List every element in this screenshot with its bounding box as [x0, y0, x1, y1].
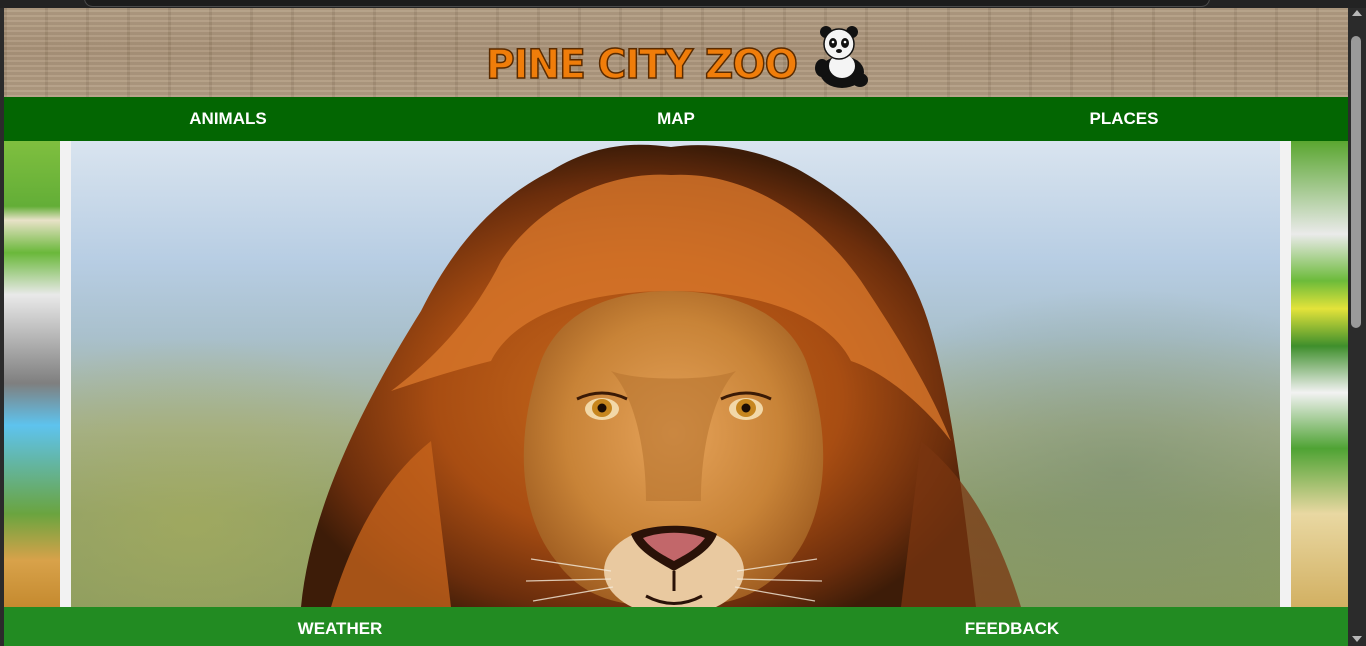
logo-text: PINE CITY ZOO	[485, 41, 798, 89]
nav-weather[interactable]: WEATHER	[4, 607, 676, 646]
primary-nav: ANIMALS MAP PLACES	[4, 97, 1348, 141]
site-header: PINE CITY ZOO	[4, 8, 1348, 97]
page-viewport: PINE CITY ZOO ANIMALS MAP PLACES WEATHER…	[4, 8, 1348, 646]
hero-frame-left	[60, 141, 71, 607]
hero-side-left-decoration	[4, 141, 60, 607]
scroll-down-arrow-icon[interactable]	[1352, 636, 1362, 642]
site-logo[interactable]: PINE CITY ZOO	[482, 22, 882, 90]
lion-image	[301, 144, 1021, 607]
address-bar[interactable]	[84, 0, 1210, 7]
secondary-nav: WEATHER FEEDBACK	[4, 607, 1348, 646]
browser-chrome-top	[0, 0, 1366, 8]
hero-banner	[4, 141, 1348, 607]
nav-animals[interactable]: ANIMALS	[4, 97, 452, 141]
panda-icon	[815, 26, 868, 88]
scroll-thumb[interactable]	[1351, 36, 1361, 328]
page-scrollbar[interactable]	[1348, 8, 1366, 646]
scroll-up-arrow-icon[interactable]	[1352, 10, 1362, 16]
hero-side-right-decoration	[1291, 141, 1348, 607]
nav-feedback[interactable]: FEEDBACK	[676, 607, 1348, 646]
nav-places[interactable]: PLACES	[900, 97, 1348, 141]
hero-lion-photo	[71, 141, 1280, 607]
hero-frame-right	[1280, 141, 1291, 607]
nav-map[interactable]: MAP	[452, 97, 900, 141]
